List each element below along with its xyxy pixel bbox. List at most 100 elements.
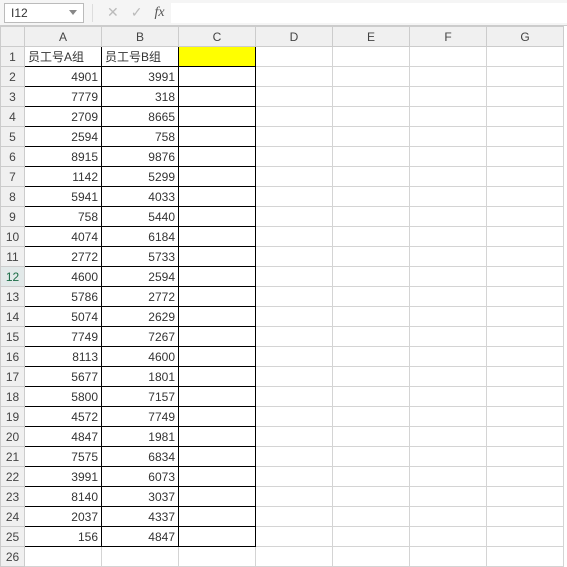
confirm-formula-button[interactable]: ✓ xyxy=(125,4,149,21)
cell-F20[interactable] xyxy=(410,427,487,447)
row-header-8[interactable]: 8 xyxy=(1,187,25,207)
cell-D26[interactable] xyxy=(256,547,333,567)
cell-A11[interactable]: 2772 xyxy=(25,247,102,267)
cell-D6[interactable] xyxy=(256,147,333,167)
cell-A12[interactable]: 4600 xyxy=(25,267,102,287)
formula-input[interactable] xyxy=(171,3,567,23)
cell-G13[interactable] xyxy=(487,287,564,307)
cell-E2[interactable] xyxy=(333,67,410,87)
insert-function-button[interactable]: fx xyxy=(148,5,170,21)
cell-C5[interactable] xyxy=(179,127,256,147)
cell-F14[interactable] xyxy=(410,307,487,327)
row-header-7[interactable]: 7 xyxy=(1,167,25,187)
cell-B18[interactable]: 7157 xyxy=(102,387,179,407)
cell-B26[interactable] xyxy=(102,547,179,567)
col-header-E[interactable]: E xyxy=(333,27,410,47)
cell-B6[interactable]: 9876 xyxy=(102,147,179,167)
cell-C20[interactable] xyxy=(179,427,256,447)
cell-C12[interactable] xyxy=(179,267,256,287)
row-header-23[interactable]: 23 xyxy=(1,487,25,507)
cell-F8[interactable] xyxy=(410,187,487,207)
cell-E5[interactable] xyxy=(333,127,410,147)
row-header-20[interactable]: 20 xyxy=(1,427,25,447)
cell-E10[interactable] xyxy=(333,227,410,247)
cell-B1[interactable]: 员工号B组 xyxy=(102,47,179,67)
row-header-5[interactable]: 5 xyxy=(1,127,25,147)
cell-E1[interactable] xyxy=(333,47,410,67)
row-header-19[interactable]: 19 xyxy=(1,407,25,427)
cell-D14[interactable] xyxy=(256,307,333,327)
cell-C24[interactable] xyxy=(179,507,256,527)
row-header-14[interactable]: 14 xyxy=(1,307,25,327)
cell-F16[interactable] xyxy=(410,347,487,367)
cell-F22[interactable] xyxy=(410,467,487,487)
cell-B4[interactable]: 8665 xyxy=(102,107,179,127)
cell-E25[interactable] xyxy=(333,527,410,547)
cell-G8[interactable] xyxy=(487,187,564,207)
cell-E26[interactable] xyxy=(333,547,410,567)
cell-E21[interactable] xyxy=(333,447,410,467)
cell-C2[interactable] xyxy=(179,67,256,87)
cell-D3[interactable] xyxy=(256,87,333,107)
cell-F5[interactable] xyxy=(410,127,487,147)
row-header-18[interactable]: 18 xyxy=(1,387,25,407)
cell-A5[interactable]: 2594 xyxy=(25,127,102,147)
col-header-F[interactable]: F xyxy=(410,27,487,47)
cell-G6[interactable] xyxy=(487,147,564,167)
row-header-22[interactable]: 22 xyxy=(1,467,25,487)
cell-F1[interactable] xyxy=(410,47,487,67)
cell-B22[interactable]: 6073 xyxy=(102,467,179,487)
cell-E19[interactable] xyxy=(333,407,410,427)
col-header-C[interactable]: C xyxy=(179,27,256,47)
cell-C21[interactable] xyxy=(179,447,256,467)
cell-C8[interactable] xyxy=(179,187,256,207)
cell-A4[interactable]: 2709 xyxy=(25,107,102,127)
cell-A7[interactable]: 1142 xyxy=(25,167,102,187)
cell-B2[interactable]: 3991 xyxy=(102,67,179,87)
cell-B15[interactable]: 7267 xyxy=(102,327,179,347)
cell-A8[interactable]: 5941 xyxy=(25,187,102,207)
cell-D22[interactable] xyxy=(256,467,333,487)
cell-D7[interactable] xyxy=(256,167,333,187)
cell-C9[interactable] xyxy=(179,207,256,227)
cell-C17[interactable] xyxy=(179,367,256,387)
cell-C18[interactable] xyxy=(179,387,256,407)
cell-E18[interactable] xyxy=(333,387,410,407)
cell-D17[interactable] xyxy=(256,367,333,387)
cell-A13[interactable]: 5786 xyxy=(25,287,102,307)
cell-F24[interactable] xyxy=(410,507,487,527)
cell-C22[interactable] xyxy=(179,467,256,487)
cell-A9[interactable]: 758 xyxy=(25,207,102,227)
cell-B17[interactable]: 1801 xyxy=(102,367,179,387)
cell-E24[interactable] xyxy=(333,507,410,527)
cell-E6[interactable] xyxy=(333,147,410,167)
cell-B21[interactable]: 6834 xyxy=(102,447,179,467)
cell-D11[interactable] xyxy=(256,247,333,267)
cell-C1[interactable] xyxy=(179,47,256,67)
col-header-B[interactable]: B xyxy=(102,27,179,47)
cell-E4[interactable] xyxy=(333,107,410,127)
cell-A10[interactable]: 4074 xyxy=(25,227,102,247)
row-header-1[interactable]: 1 xyxy=(1,47,25,67)
cell-A1[interactable]: 员工号A组 xyxy=(25,47,102,67)
cell-G18[interactable] xyxy=(487,387,564,407)
cell-D2[interactable] xyxy=(256,67,333,87)
spreadsheet-grid[interactable]: ABCDEFG1员工号A组员工号B组2490139913777931842709… xyxy=(0,26,567,567)
cell-D23[interactable] xyxy=(256,487,333,507)
cell-F4[interactable] xyxy=(410,107,487,127)
row-header-3[interactable]: 3 xyxy=(1,87,25,107)
cell-D1[interactable] xyxy=(256,47,333,67)
row-header-10[interactable]: 10 xyxy=(1,227,25,247)
cell-A19[interactable]: 4572 xyxy=(25,407,102,427)
cell-G4[interactable] xyxy=(487,107,564,127)
cell-G22[interactable] xyxy=(487,467,564,487)
row-header-17[interactable]: 17 xyxy=(1,367,25,387)
row-header-4[interactable]: 4 xyxy=(1,107,25,127)
cell-B11[interactable]: 5733 xyxy=(102,247,179,267)
cell-G15[interactable] xyxy=(487,327,564,347)
cell-E3[interactable] xyxy=(333,87,410,107)
cell-E14[interactable] xyxy=(333,307,410,327)
cell-A14[interactable]: 5074 xyxy=(25,307,102,327)
cell-C26[interactable] xyxy=(179,547,256,567)
cell-E9[interactable] xyxy=(333,207,410,227)
